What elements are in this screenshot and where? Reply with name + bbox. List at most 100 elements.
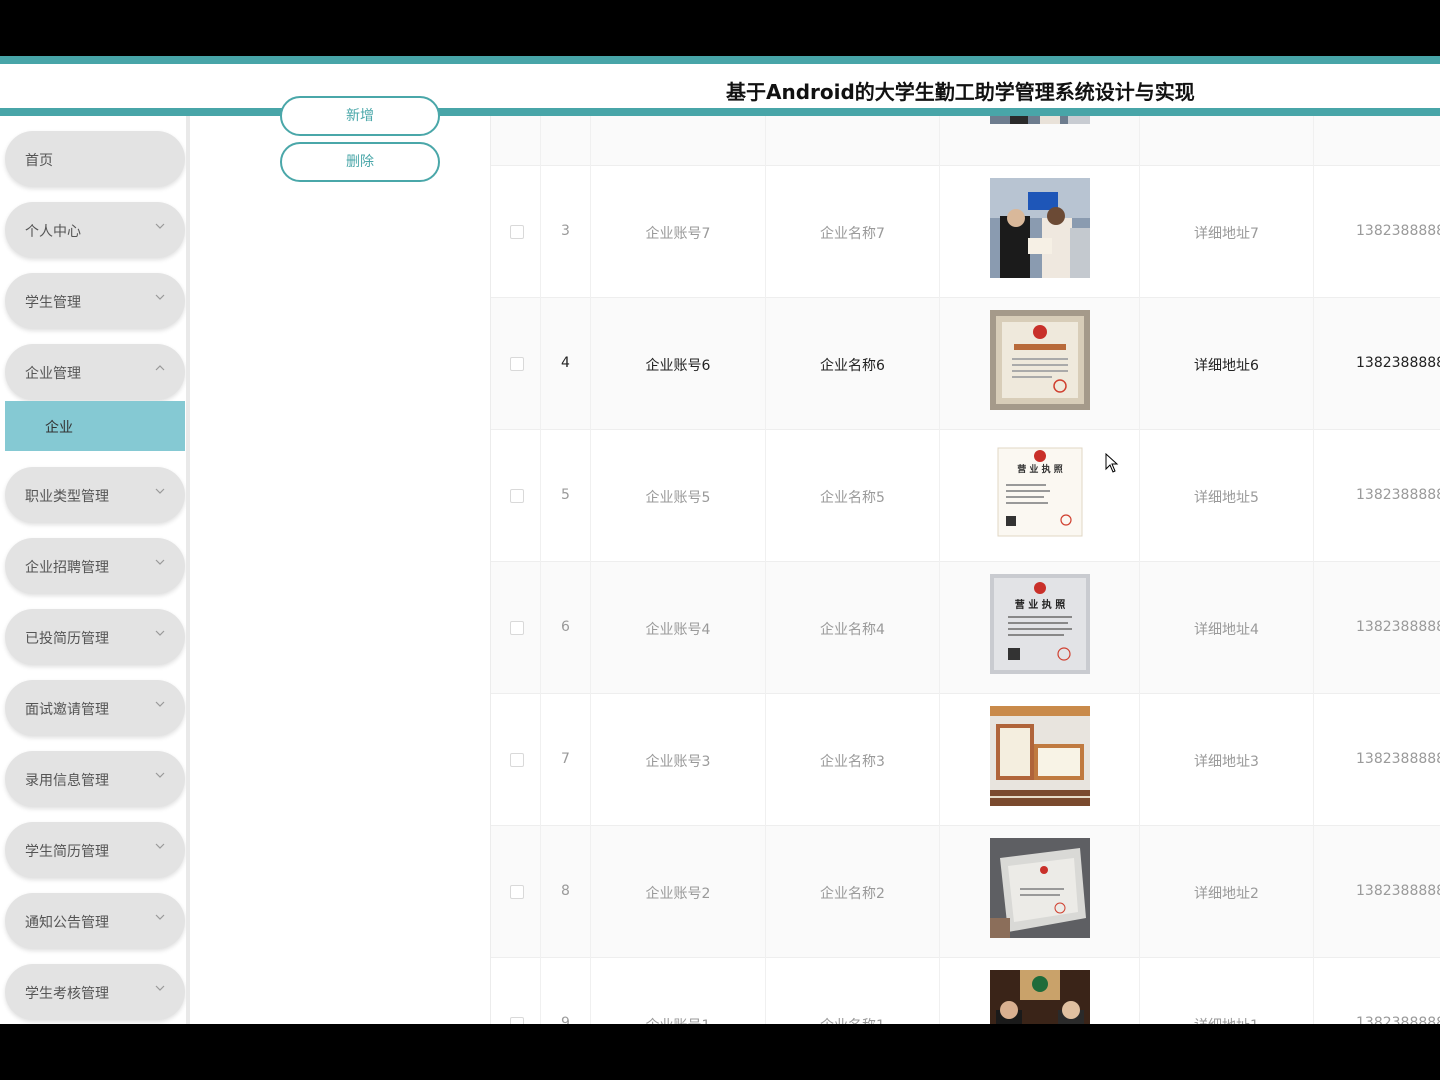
chevron-down-icon [155,769,165,781]
delete-button[interactable]: 删除 [280,142,440,182]
enterprise-photo [990,116,1090,124]
row-index: 5 [561,487,570,503]
row-checkbox[interactable] [510,225,524,239]
sidebar-item-recruitment[interactable]: 企业招聘管理 [5,538,185,594]
row-index: 9 [561,1015,570,1024]
enterprise-account: 企业账号1 [591,1015,765,1024]
sidebar-item-label: 已投简历管理 [25,631,109,647]
sidebar-item-label: 企业招聘管理 [25,560,109,576]
row-index: 6 [561,619,570,635]
sidebar-item-job-types[interactable]: 职业类型管理 [5,467,185,523]
sidebar-item-students[interactable]: 学生管理 [5,273,185,329]
enterprise-photo[interactable] [990,838,1090,938]
enterprise-photo[interactable]: 营 业 执 照 [990,574,1090,674]
row-index: 8 [561,883,570,899]
sidebar-item-home[interactable]: 首页 [5,131,185,187]
sidebar-item-label: 录用信息管理 [25,773,109,789]
sidebar-item-label: 职业类型管理 [25,489,109,505]
table-row[interactable]: 9 企业账号1 企业名称1 详细地址1 13823888881 [491,958,1440,1024]
sidebar-item-interviews[interactable]: 面试邀请管理 [5,680,185,736]
enterprise-address: 详细地址7 [1194,226,1259,242]
sidebar-item-enterprises[interactable]: 企业管理 [5,344,185,400]
page-title: 基于Android的大学生勤工助学管理系统设计与实现 [726,80,1195,104]
enterprise-phone: 13823888887 [1356,223,1440,239]
row-index: 7 [561,751,570,767]
row-index: 4 [561,355,570,371]
sidebar-item-assessments[interactable]: 学生考核管理 [5,964,185,1020]
enterprise-address: 详细地址1 [1140,1015,1313,1024]
table-row [491,116,1440,166]
enterprise-name: 企业名称2 [820,886,885,902]
sidebar-item-label: 面试邀请管理 [25,702,109,718]
chevron-down-icon [155,840,165,852]
license-title: 营 业 执 照 [1017,465,1063,475]
enterprise-name: 企业名称3 [820,754,885,770]
enterprise-phone: 13823888883 [1356,751,1440,767]
table-row[interactable]: 8 企业账号2 企业名称2 详细地址2 13823888882 [491,826,1440,958]
enterprise-account: 企业账号3 [645,754,711,770]
sidebar-item-label: 企业管理 [25,366,81,382]
row-checkbox[interactable] [510,357,524,371]
table-row[interactable]: 5 企业账号5 企业名称5 营 业 执 照 详细地址5 13823888885 [491,430,1440,562]
enterprise-account: 企业账号6 [645,358,711,374]
add-button[interactable]: 新增 [280,96,440,136]
table-row[interactable]: 4 企业账号6 企业名称6 详细地址6 13823888886 [491,298,1440,430]
enterprise-photo[interactable]: 营 业 执 照 [990,442,1090,542]
table-row[interactable]: 7 企业账号3 企业名称3 详细地址3 13823888883 [491,694,1440,826]
chevron-down-icon [155,291,165,303]
enterprise-photo[interactable] [990,178,1090,278]
enterprise-account: 企业账号2 [645,886,711,902]
sidebar: 首页 个人中心 学生管理 企业管理 企业 职业类型管理 企业招聘管理 已投简历管… [0,116,190,1024]
enterprise-address: 详细地址6 [1194,358,1259,374]
table-row[interactable]: 3 企业账号7 企业名称7 详细地址7 13823888887 [491,166,1440,298]
sidebar-item-label: 学生管理 [25,295,81,311]
enterprise-table: 3 企业账号7 企业名称7 详细地址7 13823888887 4 企业账号6 … [490,116,1440,1024]
enterprise-name: 企业名称4 [820,622,885,638]
chevron-down-icon [155,911,165,923]
license-title: 营 业 执 照 [1014,600,1066,611]
enterprise-name: 企业名称6 [820,358,885,374]
chevron-down-icon [155,698,165,710]
row-checkbox[interactable] [510,621,524,635]
enterprise-name: 企业名称7 [820,226,885,242]
table-row[interactable]: 6 企业账号4 企业名称4 营 业 执 照 详细地址4 13823888884 [491,562,1440,694]
enterprise-photo[interactable] [990,706,1090,806]
sidebar-item-label: 首页 [25,153,53,169]
row-checkbox[interactable] [510,1017,524,1024]
enterprise-photo[interactable] [990,310,1090,410]
chevron-up-icon [155,362,165,374]
row-checkbox[interactable] [510,885,524,899]
enterprise-phone: 13823888884 [1356,619,1440,635]
row-checkbox[interactable] [510,489,524,503]
chevron-down-icon [155,220,165,232]
enterprise-name: 企业名称1 [766,1015,939,1024]
enterprise-phone: 13823888886 [1356,355,1440,371]
enterprise-account: 企业账号7 [645,226,711,242]
chevron-down-icon [155,627,165,639]
enterprise-address: 详细地址5 [1194,490,1259,506]
sidebar-item-label: 学生简历管理 [25,844,109,860]
header-bar: 基于Android的大学生勤工助学管理系统设计与实现 [0,56,1440,116]
sidebar-item-hiring[interactable]: 录用信息管理 [5,751,185,807]
app-screen: 基于Android的大学生勤工助学管理系统设计与实现 首页 个人中心 学生管理 … [0,56,1440,1024]
sidebar-item-label: 通知公告管理 [25,915,109,931]
sidebar-item-notices[interactable]: 通知公告管理 [5,893,185,949]
sidebar-item-label: 个人中心 [25,224,81,240]
enterprise-photo[interactable] [990,970,1090,1024]
mouse-cursor-icon [1105,452,1119,478]
chevron-down-icon [155,485,165,497]
enterprise-account: 企业账号5 [645,490,711,506]
enterprise-phone: 13823888881 [1356,1015,1440,1024]
sidebar-subitem-label: 企业 [45,420,73,436]
sidebar-item-label: 学生考核管理 [25,986,109,1002]
enterprise-address: 详细地址3 [1194,754,1259,770]
sidebar-item-submitted-resumes[interactable]: 已投简历管理 [5,609,185,665]
chevron-down-icon [155,982,165,994]
enterprise-address: 详细地址4 [1194,622,1259,638]
row-index: 3 [561,223,570,239]
sidebar-item-personal-center[interactable]: 个人中心 [5,202,185,258]
sidebar-item-student-resumes[interactable]: 学生简历管理 [5,822,185,878]
sidebar-subitem-enterprise[interactable]: 企业 [5,401,185,451]
enterprise-phone: 13823888882 [1356,883,1440,899]
row-checkbox[interactable] [510,753,524,767]
